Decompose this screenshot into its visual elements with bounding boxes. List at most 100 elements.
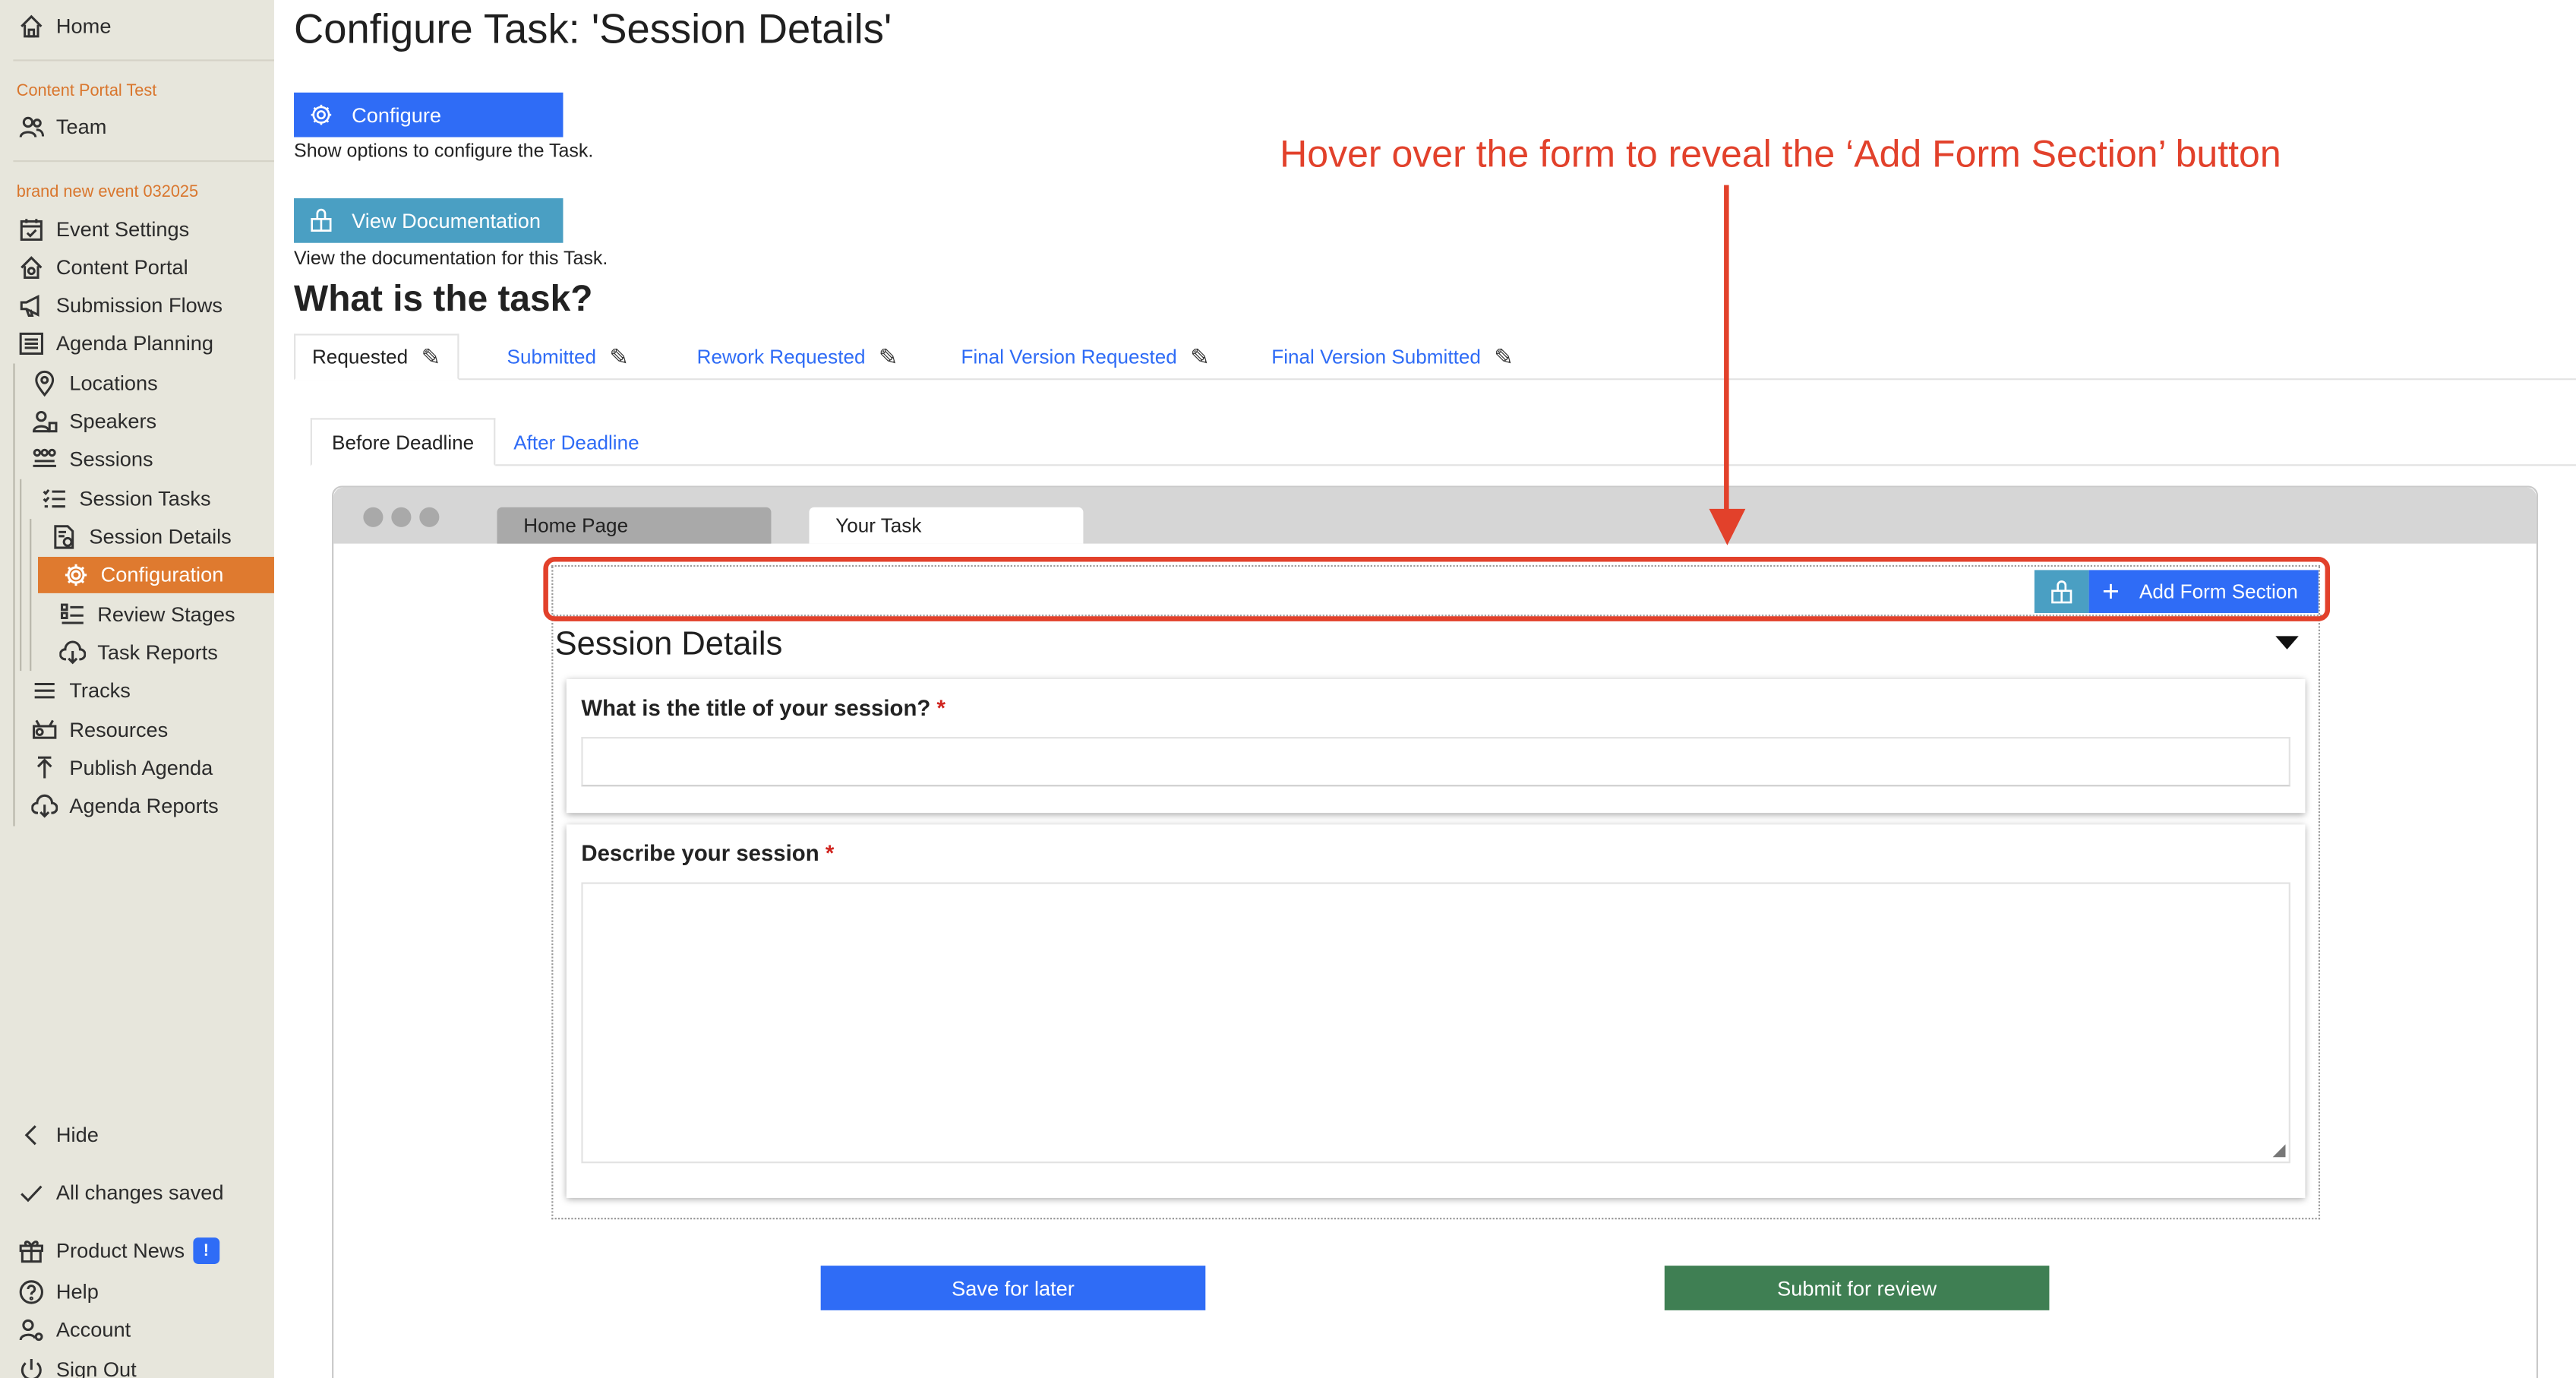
tab-label: Final Version Submitted [1271, 345, 1481, 369]
sidebar: Home Content Portal Test Team brand new … [0, 0, 274, 1378]
view-documentation-button[interactable]: View Documentation [294, 198, 564, 243]
tree-line [13, 363, 15, 826]
sidebar-item-label: Task Reports [97, 640, 218, 665]
tab-rework-requested[interactable]: Rework Requested ✎ [697, 333, 898, 380]
browser-tab-home-page[interactable]: Home Page [497, 507, 772, 544]
tab-requested[interactable]: Requested ✎ [294, 333, 459, 381]
sidebar-item-team[interactable]: Team [17, 109, 106, 146]
help-icon [17, 1279, 46, 1306]
annotation-callout: Hover over the form to reveal the ‘Add F… [1280, 132, 2281, 175]
submit-for-review-button[interactable]: Submit for review [1664, 1266, 2050, 1310]
calendar-check-icon [17, 216, 46, 243]
sidebar-item-help[interactable]: Help [17, 1274, 99, 1310]
pencil-icon[interactable]: ✎ [879, 343, 898, 371]
account-icon [17, 1317, 46, 1344]
tab-final-version-requested[interactable]: Final Version Requested ✎ [961, 333, 1210, 380]
sidebar-item-label: Configuration [100, 563, 224, 587]
caret-down-icon[interactable] [2275, 636, 2299, 649]
resize-handle-icon[interactable]: ◢ [2273, 1142, 2286, 1160]
sidebar-item-content-portal[interactable]: Content Portal [17, 249, 188, 286]
sidebar-item-label: Review Stages [97, 602, 235, 627]
megaphone-icon [17, 292, 46, 319]
sidebar-item-configuration[interactable]: Configuration [38, 557, 274, 593]
question-label: What is the title of your session? * [581, 696, 945, 721]
question-card-title: What is the title of your session? * [566, 678, 2306, 814]
sidebar-item-publish-agenda[interactable]: Publish Agenda [30, 750, 213, 786]
configure-help-text: Show options to configure the Task. [294, 142, 594, 163]
pencil-icon[interactable]: ✎ [1494, 343, 1514, 371]
sidebar-item-label: Content Portal [55, 256, 188, 280]
cloud-download-icon [58, 640, 87, 666]
question-text: Describe your session [581, 841, 819, 866]
list-icon [17, 330, 46, 357]
sidebar-item-agenda-reports[interactable]: Agenda Reports [30, 789, 219, 825]
gift-icon [17, 1237, 46, 1264]
sidebar-item-label: Home [55, 14, 112, 39]
deadline-tabs: Before Deadline After Deadline [310, 418, 2576, 466]
tab-final-version-submitted[interactable]: Final Version Submitted ✎ [1271, 333, 1513, 380]
form-area[interactable]: + Add Form Section Session Details What … [551, 564, 2322, 1220]
tab-label: Final Version Requested [961, 345, 1177, 369]
projector-icon [30, 717, 59, 744]
sidebar-item-home[interactable]: Home [17, 8, 112, 45]
page-title: Configure Task: 'Session Details' [294, 6, 892, 53]
sidebar-item-label: Session Details [89, 525, 232, 549]
tab-submitted[interactable]: Submitted ✎ [507, 333, 629, 380]
sidebar-item-label: Tracks [69, 678, 131, 703]
question-label: Describe your session * [581, 841, 834, 866]
sidebar-item-session-details[interactable]: Session Details [49, 519, 232, 555]
sidebar-item-resources[interactable]: Resources [30, 712, 168, 748]
sidebar-item-tracks[interactable]: Tracks [30, 672, 131, 709]
tab-label: Submitted [507, 345, 597, 369]
sidebar-item-product-news[interactable]: Product News ! [17, 1233, 219, 1269]
save-status-label: All changes saved [55, 1181, 224, 1205]
hide-sidebar-button[interactable]: Hide [17, 1117, 99, 1153]
tab-before-deadline[interactable]: Before Deadline [310, 418, 496, 466]
configure-button[interactable]: Configure [294, 92, 564, 137]
sidebar-item-account[interactable]: Account [17, 1312, 131, 1348]
sidebar-item-label: Publish Agenda [69, 757, 213, 780]
documentation-help-text: View the documentation for this Task. [294, 249, 608, 270]
pencil-icon[interactable]: ✎ [1190, 343, 1210, 371]
sidebar-item-agenda-planning[interactable]: Agenda Planning [17, 325, 213, 362]
session-title-input[interactable] [581, 737, 2290, 787]
tab-after-deadline[interactable]: After Deadline [513, 418, 639, 466]
status-tabs: Requested ✎ Submitted ✎ Rework Requested… [294, 333, 2576, 381]
checkmark-icon [17, 1180, 46, 1206]
sidebar-item-label: Sessions [69, 447, 153, 471]
event-label: brand new event 032025 [16, 183, 199, 202]
gear-icon [311, 104, 332, 125]
sidebar-item-task-reports[interactable]: Task Reports [58, 634, 218, 671]
sidebar-item-submission-flows[interactable]: Submission Flows [17, 287, 223, 324]
sidebar-item-event-settings[interactable]: Event Settings [17, 211, 189, 248]
tree-line [30, 518, 32, 672]
team-icon [17, 114, 46, 141]
window-dot [391, 507, 412, 527]
tab-label: Requested [311, 345, 409, 369]
pencil-icon[interactable]: ✎ [421, 343, 441, 371]
sidebar-item-sessions[interactable]: Sessions [30, 441, 153, 478]
sidebar-item-sign-out[interactable]: Sign Out [17, 1351, 137, 1378]
annotation-arrow [1724, 185, 1729, 516]
sidebar-item-session-tasks[interactable]: Session Tasks [39, 481, 211, 517]
session-description-textarea[interactable]: ◢ [581, 882, 2290, 1164]
window-dot [363, 507, 384, 527]
pencil-icon[interactable]: ✎ [609, 343, 629, 371]
tree-line [20, 479, 22, 672]
sidebar-item-locations[interactable]: Locations [30, 365, 158, 402]
browser-tab-your-task[interactable]: Your Task [809, 507, 1084, 544]
divider [13, 59, 274, 62]
lines-icon [30, 678, 59, 704]
sidebar-item-label: Speakers [69, 409, 157, 433]
required-marker: * [825, 841, 835, 866]
sidebar-item-label: Submission Flows [55, 294, 223, 318]
upload-arrow-icon [30, 755, 59, 782]
sidebar-item-label: Agenda Planning [55, 332, 214, 356]
org-label: Content Portal Test [16, 82, 157, 101]
form-section-title: Session Details [554, 626, 783, 663]
sidebar-item-label: Sign Out [55, 1357, 137, 1378]
sidebar-item-speakers[interactable]: Speakers [30, 403, 156, 440]
sidebar-item-review-stages[interactable]: Review Stages [58, 596, 235, 633]
save-for-later-button[interactable]: Save for later [820, 1266, 1206, 1310]
divider [13, 160, 274, 163]
